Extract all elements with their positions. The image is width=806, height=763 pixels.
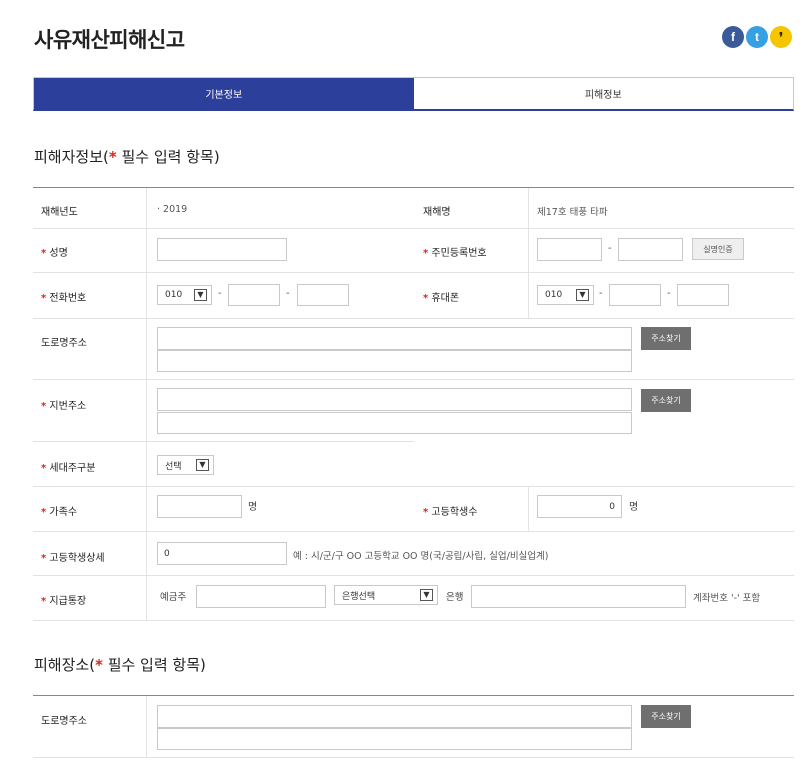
mobile-label: * 휴대폰: [423, 293, 460, 304]
place-road-address-line1-input[interactable]: [157, 705, 632, 728]
lot-address-search-button[interactable]: 주소찾기: [641, 389, 691, 412]
disaster-name-value: 제17호 태풍 타파: [537, 207, 608, 218]
lot-address-label: * 지번주소: [41, 401, 87, 412]
disaster-name-label: 재해명: [423, 207, 451, 218]
householder-select[interactable]: 선택 ▼: [157, 455, 214, 475]
highschool-detail-input[interactable]: 0: [157, 542, 287, 565]
account-number-input[interactable]: [471, 585, 686, 608]
highschool-detail-label: * 고등학생상세: [41, 553, 105, 564]
verify-name-button[interactable]: 실명인증: [692, 238, 744, 260]
facebook-icon[interactable]: f: [722, 26, 744, 48]
required-star: *: [95, 656, 103, 674]
chevron-down-icon: ▼: [576, 289, 589, 301]
lot-address-line1-input[interactable]: [157, 388, 632, 411]
chevron-down-icon: ▼: [420, 589, 433, 601]
victim-info-form: 재해년도 · 2019 재해명 제17호 태풍 타파 * 성명 * 주민등록번호…: [33, 187, 794, 621]
resident-no-label: * 주민등록번호: [423, 248, 487, 259]
row-name-resident: * 성명 * 주민등록번호 - 실명인증: [33, 229, 794, 273]
row-road-address: 도로명주소 주소찾기: [33, 319, 794, 380]
chevron-down-icon: ▼: [194, 289, 207, 301]
phone-last-input[interactable]: [297, 284, 349, 306]
road-address-label: 도로명주소: [41, 338, 87, 349]
row-highschool-detail: * 고등학생상세 0 예 : 시/군/구 OO 고등학교 OO 명(국/공립/사…: [33, 532, 794, 576]
required-star: *: [108, 148, 117, 166]
highschool-count-label: * 고등학생수: [423, 507, 478, 518]
bank-label: 은행: [446, 592, 464, 603]
row-householder: * 세대주구분 선택 ▼: [33, 442, 794, 487]
section-victim-info-title: 피해자정보(* 필수 입력 항목): [34, 148, 220, 166]
row-place-road-address: 도로명주소 주소찾기: [33, 696, 794, 758]
phone-mid-input[interactable]: [228, 284, 280, 306]
road-address-search-button[interactable]: 주소찾기: [641, 327, 691, 350]
householder-label: * 세대주구분: [41, 463, 96, 474]
account-number-note: 계좌번호 '-' 포함: [693, 593, 761, 604]
kakaostory-icon[interactable]: ❜: [770, 26, 792, 48]
row-bank-account: * 지급통장 예금주 은행선택 ▼ 은행 계좌번호 '-' 포함: [33, 576, 794, 621]
phone-prefix-select[interactable]: 010 ▼: [157, 285, 212, 305]
damage-place-form: 도로명주소 주소찾기: [33, 695, 794, 758]
lot-address-line2-input[interactable]: [157, 412, 632, 434]
tab-bar: 기본정보 피해정보: [33, 77, 794, 111]
bank-select[interactable]: 은행선택 ▼: [334, 585, 438, 605]
place-road-address-line2-input[interactable]: [157, 728, 632, 750]
tab-damage-info[interactable]: 피해정보: [413, 78, 793, 109]
twitter-icon[interactable]: t: [746, 26, 768, 48]
place-road-address-label: 도로명주소: [41, 716, 87, 727]
name-input[interactable]: [157, 238, 287, 261]
row-family-highschool: * 가족수 명 * 고등학생수 0 명: [33, 487, 794, 532]
road-address-line1-input[interactable]: [157, 327, 632, 350]
phone-label: * 전화번호: [41, 293, 87, 304]
family-count-input[interactable]: [157, 495, 242, 518]
place-road-address-search-button[interactable]: 주소찾기: [641, 705, 691, 728]
bank-account-label: * 지급통장: [41, 596, 87, 607]
mobile-mid-input[interactable]: [609, 284, 661, 306]
road-address-line2-input[interactable]: [157, 350, 632, 372]
name-label: * 성명: [41, 248, 68, 259]
resident-no-part1-input[interactable]: [537, 238, 602, 261]
row-phone-mobile: * 전화번호 010 ▼ - - * 휴대폰 010 ▼ - -: [33, 273, 794, 319]
row-lot-address: * 지번주소 주소찾기: [33, 380, 794, 442]
highschool-detail-note: 예 : 시/군/구 OO 고등학교 OO 명(국/공립/사립, 실업/비실업계): [293, 551, 549, 562]
section-damage-place-title: 피해장소(* 필수 입력 항목): [34, 656, 206, 674]
account-holder-label: 예금주: [160, 592, 187, 603]
row-disaster: 재해년도 · 2019 재해명 제17호 태풍 타파: [33, 188, 794, 229]
family-count-label: * 가족수: [41, 507, 78, 518]
tab-basic-info[interactable]: 기본정보: [34, 78, 414, 109]
sns-share-group: f t ❜: [720, 26, 792, 48]
page-title: 사유재산피해신고: [34, 28, 185, 52]
disaster-year-label: 재해년도: [41, 207, 78, 218]
account-holder-input[interactable]: [196, 585, 326, 608]
resident-no-part2-input[interactable]: [618, 238, 683, 261]
disaster-year-value: · 2019: [157, 204, 188, 215]
chevron-down-icon: ▼: [196, 459, 209, 471]
highschool-count-input[interactable]: 0: [537, 495, 622, 518]
mobile-prefix-select[interactable]: 010 ▼: [537, 285, 594, 305]
mobile-last-input[interactable]: [677, 284, 729, 306]
